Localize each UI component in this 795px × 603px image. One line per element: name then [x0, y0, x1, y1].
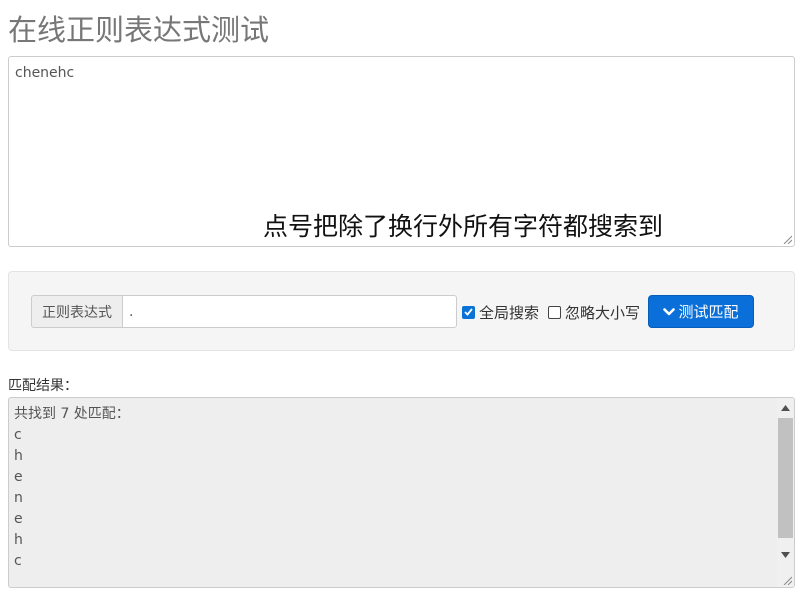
match-summary: 共找到 7 处匹配：: [14, 406, 130, 422]
global-search-option[interactable]: 全局搜索: [462, 301, 539, 323]
scroll-up-icon[interactable]: [781, 405, 790, 411]
result-textarea[interactable]: 共找到 7 处匹配： c h e n e h c: [8, 397, 795, 588]
regex-input-group: 正则表达式 .: [31, 295, 457, 328]
match-item: h: [14, 448, 23, 464]
scroll-thumb[interactable]: [778, 418, 793, 538]
resize-grip-icon[interactable]: [782, 575, 792, 585]
ignore-case-option[interactable]: 忽略大小写: [548, 301, 640, 323]
resize-grip-icon[interactable]: [782, 234, 792, 244]
match-item: e: [14, 511, 23, 527]
test-match-label: 测试匹配: [678, 303, 739, 321]
match-item: c: [14, 553, 22, 569]
test-match-button[interactable]: 测试匹配: [648, 295, 754, 328]
match-item: n: [14, 490, 23, 506]
scroll-down-icon[interactable]: [781, 552, 790, 558]
regex-input[interactable]: .: [122, 295, 457, 328]
chevron-down-icon: [663, 307, 676, 315]
result-label: 匹配结果：: [8, 378, 78, 394]
source-text: chenehc: [15, 65, 75, 81]
regex-label: 正则表达式: [31, 295, 122, 328]
global-search-checkbox[interactable]: [462, 305, 475, 319]
match-item: h: [14, 532, 23, 548]
regex-toolbar: 正则表达式 . 全局搜索 忽略大小写 测试匹配: [8, 271, 795, 351]
check-icon: [464, 308, 473, 316]
match-item: c: [14, 427, 22, 443]
match-item: e: [14, 469, 23, 485]
global-search-label: 全局搜索: [479, 303, 540, 322]
overlay-caption: 点号把除了换行外所有字符都搜索到: [263, 212, 664, 241]
result-lines: 共找到 7 处匹配： c h e n e h c: [14, 404, 130, 572]
ignore-case-label: 忽略大小写: [565, 303, 641, 322]
ignore-case-checkbox[interactable]: [548, 305, 561, 319]
page-title: 在线正则表达式测试: [8, 13, 270, 47]
result-scrollbar[interactable]: [777, 398, 794, 587]
